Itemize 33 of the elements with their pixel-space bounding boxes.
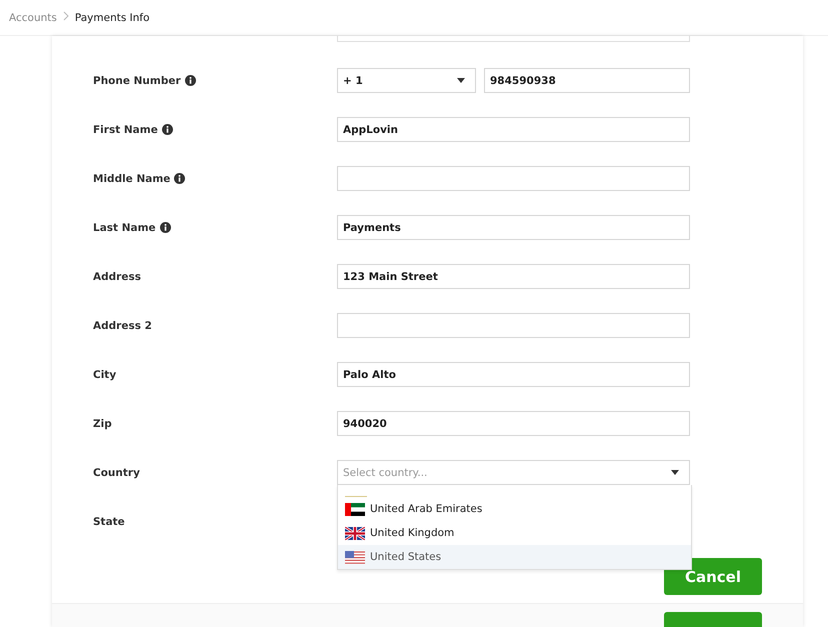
input-field[interactable] (337, 36, 690, 42)
info-icon[interactable] (174, 173, 186, 184)
input-field[interactable]: 123 Main Street (337, 264, 690, 289)
field-label: State (93, 516, 125, 528)
flag-icon (345, 526, 365, 540)
info-icon[interactable] (184, 75, 196, 86)
country-code-dropdown[interactable]: + 1 (337, 68, 476, 93)
input-field[interactable]: Payments (337, 215, 690, 240)
field-label: Last Name (93, 222, 156, 234)
field-label: Middle Name (93, 172, 170, 184)
input-field[interactable]: 940020 (337, 411, 690, 436)
field-label: Country (93, 466, 140, 478)
flag-icon (345, 502, 365, 516)
breadcrumb-current: Payments Info (74, 12, 150, 24)
info-icon[interactable] (162, 124, 173, 135)
phone-input[interactable]: 984590938 (484, 68, 690, 93)
field-label: First Name (93, 124, 158, 136)
field-label: Zip (93, 418, 112, 430)
flag-icon (345, 550, 365, 564)
input-field[interactable]: AppLovin (337, 117, 690, 142)
dropdown-option[interactable]: United Arab Emirates (338, 497, 691, 521)
input-field[interactable] (337, 313, 690, 338)
dropdown-option[interactable]: United Kingdom (338, 521, 691, 545)
input-field[interactable] (337, 166, 690, 191)
caret-icon (457, 78, 465, 83)
caret-icon (671, 470, 679, 475)
field-label: City (93, 368, 116, 380)
info-icon[interactable] (160, 222, 171, 233)
dropdown-option[interactable]: United States (338, 545, 691, 569)
field-label: Address 2 (93, 320, 152, 332)
field-label: Address (93, 270, 141, 282)
field-label: Phone Number (93, 74, 181, 86)
input-field[interactable]: Palo Alto (337, 362, 690, 387)
